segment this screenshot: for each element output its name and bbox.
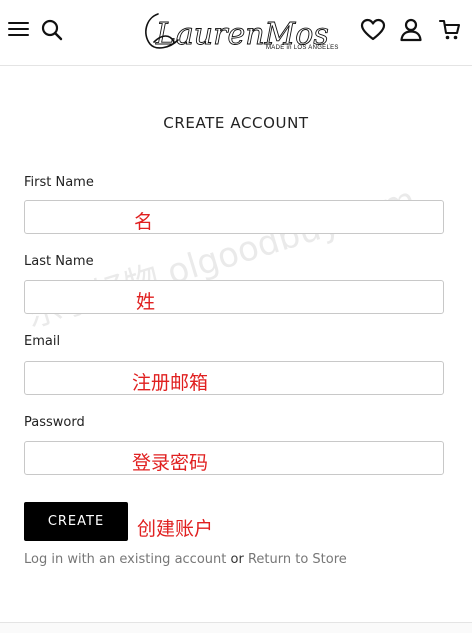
create-button[interactable]: CREATE [24,502,128,541]
first-name-field[interactable] [24,200,444,234]
cart-icon[interactable] [438,18,462,42]
password-label: Password [24,415,85,430]
create-annotation: 创建账户 [137,518,214,540]
user-icon[interactable] [399,18,423,42]
bottom-divider [0,622,472,633]
hamburger-menu-icon[interactable] [8,20,29,38]
email-annotation: 注册邮箱 [132,372,209,394]
last-name-label: Last Name [24,254,94,269]
first-name-label: First Name [24,175,94,190]
page-title: CREATE ACCOUNT [163,114,309,132]
account-links: Log in with an existing account or Retur… [24,552,347,567]
first-name-input[interactable] [25,201,443,233]
logo-tagline: MADE in LOS ANGELES [266,45,339,51]
or-separator: or [230,552,244,567]
return-to-store-link[interactable]: Return to Store [248,552,347,567]
search-icon[interactable] [41,18,63,42]
last-name-annotation: 姓 [136,291,156,313]
heart-icon[interactable] [360,18,386,42]
email-input[interactable] [25,362,443,394]
email-field[interactable] [24,361,444,395]
password-annotation: 登录密码 [132,452,209,474]
email-label: Email [24,334,61,349]
last-name-field[interactable] [24,280,444,314]
last-name-input[interactable] [25,281,443,313]
login-link[interactable]: Log in with an existing account [24,552,226,567]
password-field[interactable] [24,441,444,475]
site-header: LaurenMoshi MADE in LOS ANGELES [0,0,472,66]
password-input[interactable] [25,442,443,474]
first-name-annotation: 名 [134,211,154,233]
